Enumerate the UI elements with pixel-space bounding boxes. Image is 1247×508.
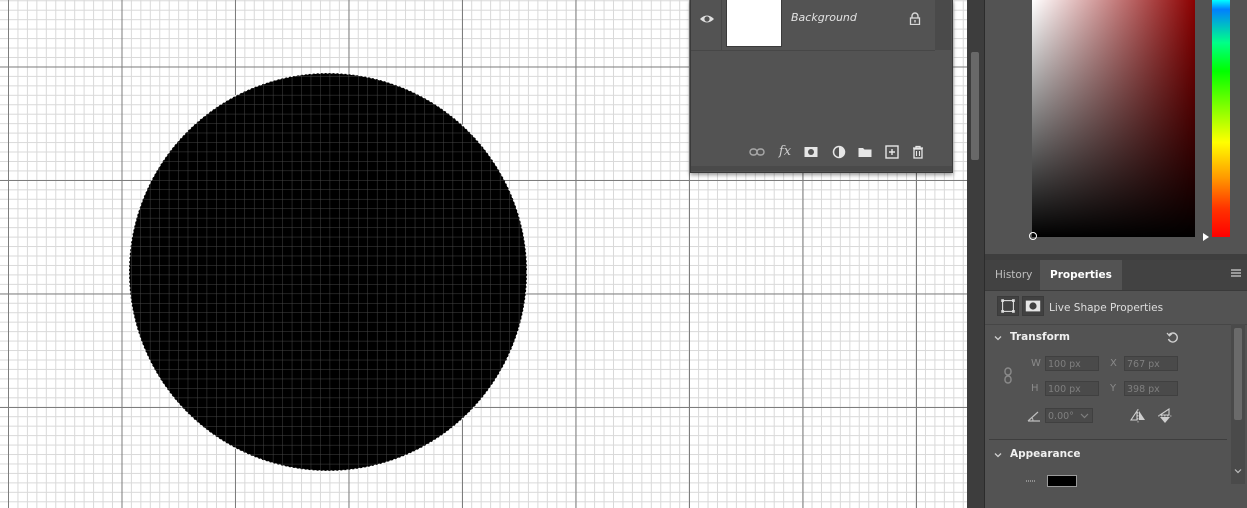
panel-tab-bar: History Properties xyxy=(985,260,1247,291)
chevron-down-icon[interactable] xyxy=(1080,412,1089,420)
eye-icon[interactable] xyxy=(699,12,715,26)
flip-vertical-icon[interactable] xyxy=(1158,408,1172,424)
layers-panel: Background fx xyxy=(690,0,953,173)
folder-icon[interactable] xyxy=(857,144,873,160)
chevron-down-icon xyxy=(994,453,1002,458)
reset-icon[interactable] xyxy=(1166,331,1179,344)
height-field[interactable]: 100 px xyxy=(1045,381,1099,396)
hue-slider[interactable] xyxy=(1212,0,1230,237)
transform-title: Transform xyxy=(1010,331,1070,343)
mask-icon[interactable] xyxy=(803,144,819,160)
width-field[interactable]: 100 px xyxy=(1045,356,1099,371)
color-picker-marker[interactable] xyxy=(1029,232,1037,240)
width-label: W xyxy=(1031,358,1041,369)
color-picker-field[interactable] xyxy=(1032,0,1195,237)
hue-slider-marker[interactable] xyxy=(1203,233,1209,241)
tab-history[interactable]: History xyxy=(985,260,1042,290)
live-shape-header: Live Shape Properties xyxy=(985,292,1247,325)
live-shape-properties-label: Live Shape Properties xyxy=(1049,302,1164,314)
chevron-down-icon xyxy=(994,336,1002,341)
y-field[interactable]: 398 px xyxy=(1124,381,1178,396)
divider xyxy=(989,439,1227,440)
canvas-scrollbar-thumb[interactable] xyxy=(971,52,979,160)
link-icon[interactable] xyxy=(1002,367,1014,384)
stroke-color-swatch[interactable] xyxy=(1047,475,1077,487)
x-label: X xyxy=(1110,358,1117,369)
panel-menu-icon[interactable] xyxy=(1230,268,1242,278)
trash-icon[interactable] xyxy=(910,144,926,160)
layer-thumbnail[interactable] xyxy=(726,0,782,47)
new-layer-icon[interactable] xyxy=(884,144,900,160)
stroke-width-icon xyxy=(1026,480,1036,482)
chevron-down-icon[interactable] xyxy=(1234,468,1242,474)
shape-transform-icon[interactable] xyxy=(997,296,1019,316)
transform-section-header[interactable]: Transform xyxy=(985,326,1230,350)
adjustment-icon[interactable] xyxy=(831,144,847,160)
x-field[interactable]: 767 px xyxy=(1124,356,1178,371)
link-layers-icon[interactable] xyxy=(749,144,765,160)
y-label: Y xyxy=(1110,383,1117,394)
appearance-title: Appearance xyxy=(1010,448,1081,460)
flip-horizontal-icon[interactable] xyxy=(1130,409,1146,423)
tab-properties[interactable]: Properties xyxy=(1040,260,1122,290)
layers-footer-toolbar: fx xyxy=(691,138,952,171)
canvas-scrollbar[interactable] xyxy=(967,0,984,508)
mask-icon[interactable] xyxy=(1022,296,1044,316)
layer-name[interactable]: Background xyxy=(791,11,857,24)
lock-icon xyxy=(909,12,921,25)
appearance-section-header[interactable]: Appearance xyxy=(985,443,1230,467)
right-dock: History Properties Live Shape Properties… xyxy=(984,0,1247,508)
properties-scrollbar-thumb[interactable] xyxy=(1234,328,1242,420)
layers-scrollbar[interactable] xyxy=(935,0,951,50)
height-label: H xyxy=(1031,383,1039,394)
angle-icon xyxy=(1027,411,1040,422)
fx-icon[interactable]: fx xyxy=(777,144,793,160)
properties-scrollbar[interactable] xyxy=(1231,324,1245,484)
divider xyxy=(721,0,722,50)
layer-row-background[interactable]: Background xyxy=(691,0,935,51)
